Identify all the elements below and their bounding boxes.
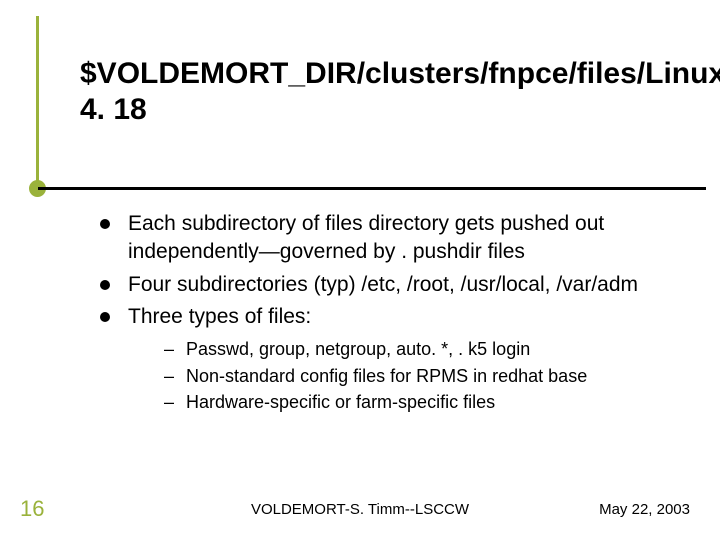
bullet-item: Three types of files: Passwd, group, net…	[100, 303, 700, 414]
sub-bullet-item: Passwd, group, netgroup, auto. *, . k5 l…	[164, 337, 700, 361]
bullet-item: Each subdirectory of files directory get…	[100, 210, 700, 267]
sub-bullet-text: Hardware-specific or farm-specific files	[186, 392, 495, 412]
slide-title: $VOLDEMORT_DIR/clusters/fnpce/files/Linu…	[80, 56, 700, 128]
sub-bullet-item: Non-standard config files for RPMS in re…	[164, 364, 700, 388]
slide: $VOLDEMORT_DIR/clusters/fnpce/files/Linu…	[0, 0, 720, 540]
bullet-text: Four subdirectories (typ) /etc, /root, /…	[128, 273, 638, 296]
footer-date: May 22, 2003	[599, 501, 690, 518]
bullet-item: Four subdirectories (typ) /etc, /root, /…	[100, 271, 700, 299]
sub-bullet-list: Passwd, group, netgroup, auto. *, . k5 l…	[128, 337, 700, 414]
accent-vertical-line	[36, 16, 39, 188]
sub-bullet-text: Passwd, group, netgroup, auto. *, . k5 l…	[186, 339, 530, 359]
sub-bullet-item: Hardware-specific or farm-specific files	[164, 390, 700, 414]
sub-bullet-text: Non-standard config files for RPMS in re…	[186, 366, 587, 386]
accent-horizontal-line	[38, 187, 706, 190]
bullet-text: Each subdirectory of files directory get…	[128, 212, 604, 263]
slide-body: Each subdirectory of files directory get…	[100, 210, 700, 418]
bullet-text: Three types of files:	[128, 305, 311, 328]
bullet-list: Each subdirectory of files directory get…	[100, 210, 700, 414]
